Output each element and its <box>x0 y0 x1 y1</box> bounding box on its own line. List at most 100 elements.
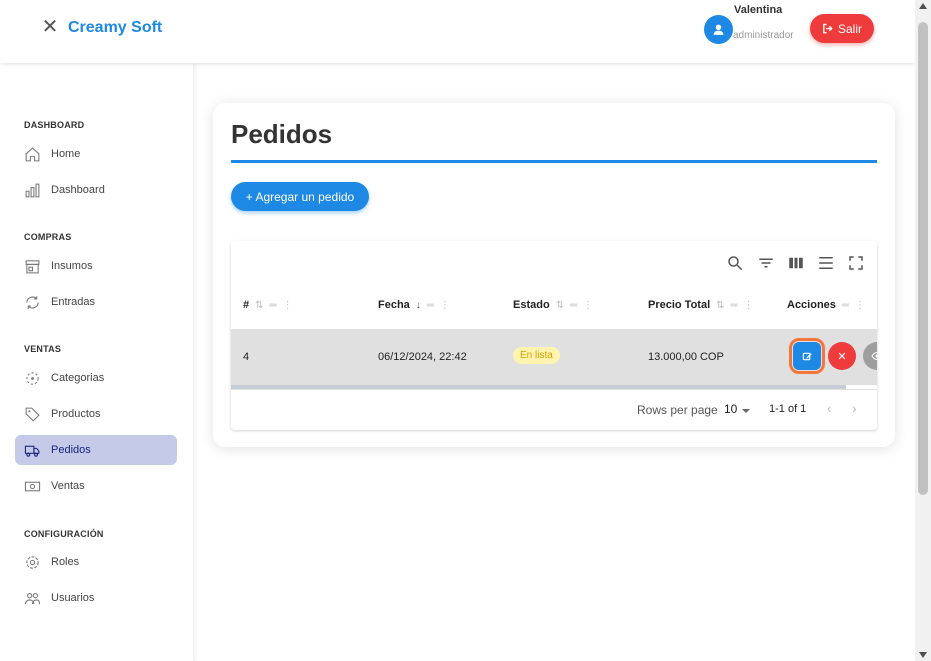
delete-button[interactable]: ✕ <box>828 342 856 370</box>
sidebar-item-label: Productos <box>51 408 101 420</box>
sync-icon <box>26 295 39 309</box>
gear-icon <box>26 555 39 569</box>
table-pagination: Rows per page 10 1-1 of 1 ‹ › <box>231 389 877 430</box>
section-title-compras: COMPRAS <box>24 232 72 242</box>
tag-icon <box>25 407 40 422</box>
search-icon[interactable] <box>726 254 744 272</box>
page-scrollbar[interactable] <box>915 0 931 661</box>
truck-icon <box>24 445 40 457</box>
sidebar-item-label: Categorias <box>51 372 105 384</box>
column-menu-icon[interactable]: ⋮ <box>440 300 450 311</box>
sidebar-item-productos[interactable]: Productos <box>15 399 177 429</box>
page-title: Pedidos <box>231 119 333 149</box>
logout-label: Salir <box>837 21 862 36</box>
column-header-label: Precio Total <box>648 299 711 311</box>
sidebar-item-insumos[interactable]: Insumos <box>15 251 177 281</box>
column-menu-icon[interactable]: ⋮ <box>855 300 865 311</box>
logout-icon <box>823 23 833 34</box>
column-menu-icon[interactable]: ⋮ <box>744 300 754 311</box>
column-header-label: Acciones <box>787 299 836 311</box>
main-card: Pedidos + Agregar un pedido # ⇅ ═ ⋮ Fech… <box>213 103 895 447</box>
section-title-dashboard: DASHBOARD <box>24 120 85 130</box>
sidebar: DASHBOARD Home Dashboard COMPRAS Insumos… <box>0 63 193 661</box>
column-header-precio[interactable]: Precio Total ⇅ ═ ⋮ <box>648 299 754 311</box>
sidebar-item-home[interactable]: Home <box>15 139 177 169</box>
scroll-up-icon[interactable] <box>919 3 927 9</box>
sidebar-item-roles[interactable]: Roles <box>15 547 177 577</box>
close-menu-icon[interactable]: ✕ <box>40 17 60 37</box>
previous-page-icon[interactable]: ‹ <box>827 400 832 416</box>
sidebar-item-label: Entradas <box>51 296 96 308</box>
eye-icon <box>871 351 877 361</box>
cell-fecha: 06/12/2024, 22:42 <box>378 351 467 363</box>
sidebar-item-usuarios[interactable]: Usuarios <box>15 583 177 613</box>
edit-icon <box>802 352 812 360</box>
close-icon: ✕ <box>837 350 847 363</box>
sidebar-item-label: Home <box>51 148 81 160</box>
sidebar-item-label: Insumos <box>51 260 93 272</box>
column-menu-icon[interactable]: ⋮ <box>583 300 593 311</box>
column-header-id[interactable]: # ⇅ ═ ⋮ <box>243 299 293 311</box>
brand-name: Creamy Soft <box>68 19 163 36</box>
rows-per-page-select[interactable]: 10 <box>724 402 737 416</box>
rows-per-page-label: Rows per page <box>637 403 718 417</box>
sort-icon[interactable]: ⇅ <box>556 300 564 311</box>
sidebar-item-label: Ventas <box>51 480 85 492</box>
scroll-down-icon[interactable] <box>919 652 927 658</box>
section-title-configuracion: CONFIGURACIÓN <box>24 529 104 539</box>
column-header-label: Estado <box>513 299 550 311</box>
home-icon <box>25 146 40 161</box>
drag-handle-icon[interactable]: ═ <box>570 300 577 311</box>
scroll-thumb[interactable] <box>918 22 928 495</box>
drag-handle-icon[interactable]: ═ <box>427 300 434 311</box>
drag-handle-icon[interactable]: ═ <box>270 300 277 311</box>
sidebar-item-label: Usuarios <box>51 592 95 604</box>
user-icon <box>713 24 724 35</box>
view-button[interactable] <box>863 342 877 370</box>
users-icon <box>24 592 41 604</box>
sidebar-item-label: Roles <box>51 556 80 568</box>
bar-chart-icon <box>25 183 40 197</box>
table-row[interactable]: 4 06/12/2024, 22:42 En lista 13.000,00 C… <box>231 329 877 385</box>
sort-desc-icon[interactable]: ↓ <box>416 300 421 311</box>
add-order-button[interactable]: + Agregar un pedido <box>231 182 369 211</box>
sort-icon[interactable]: ⇅ <box>716 300 724 311</box>
density-icon[interactable] <box>817 254 835 272</box>
user-name: Valentina <box>734 4 783 16</box>
columns-icon[interactable] <box>787 254 805 272</box>
filter-icon[interactable] <box>757 254 775 272</box>
next-page-icon[interactable]: › <box>852 400 857 416</box>
column-menu-icon[interactable]: ⋮ <box>283 300 293 311</box>
column-header-label: Fecha <box>378 299 410 311</box>
edit-button[interactable] <box>789 338 825 374</box>
fullscreen-icon[interactable] <box>847 254 865 272</box>
logout-button[interactable]: Salir <box>810 14 874 43</box>
section-title-ventas: VENTAS <box>24 344 62 354</box>
sidebar-item-entradas[interactable]: Entradas <box>15 287 177 317</box>
sidebar-item-categorias[interactable]: Categorias <box>15 363 177 393</box>
sidebar-item-label: Dashboard <box>51 184 105 196</box>
category-icon <box>26 371 39 385</box>
status-badge: En lista <box>513 347 560 364</box>
column-header-acciones[interactable]: Acciones ═ ⋮ <box>787 299 865 311</box>
sidebar-item-label: Pedidos <box>51 444 91 456</box>
column-header-estado[interactable]: Estado ⇅ ═ ⋮ <box>513 299 593 311</box>
sidebar-item-pedidos[interactable]: Pedidos <box>15 435 177 465</box>
title-divider <box>231 160 877 163</box>
orders-table: # ⇅ ═ ⋮ Fecha ↓ ═ ⋮ Estado ⇅ ═ ⋮ Precio … <box>231 241 877 430</box>
sidebar-item-dashboard[interactable]: Dashboard <box>15 175 177 205</box>
avatar[interactable] <box>704 15 733 44</box>
drag-handle-icon[interactable]: ═ <box>842 300 849 311</box>
money-icon <box>24 481 41 491</box>
pagination-range: 1-1 of 1 <box>769 403 807 415</box>
app-header: ✕ Creamy Soft Valentina administrador Sa… <box>0 0 915 63</box>
store-icon <box>25 259 40 273</box>
user-role: administrador <box>733 30 794 41</box>
chevron-down-icon[interactable] <box>742 409 750 413</box>
cell-precio: 13.000,00 COP <box>648 351 724 363</box>
column-header-fecha[interactable]: Fecha ↓ ═ ⋮ <box>378 299 450 311</box>
cell-id: 4 <box>243 351 250 363</box>
sort-icon[interactable]: ⇅ <box>255 300 263 311</box>
drag-handle-icon[interactable]: ═ <box>731 300 738 311</box>
sidebar-item-ventas[interactable]: Ventas <box>15 471 177 501</box>
